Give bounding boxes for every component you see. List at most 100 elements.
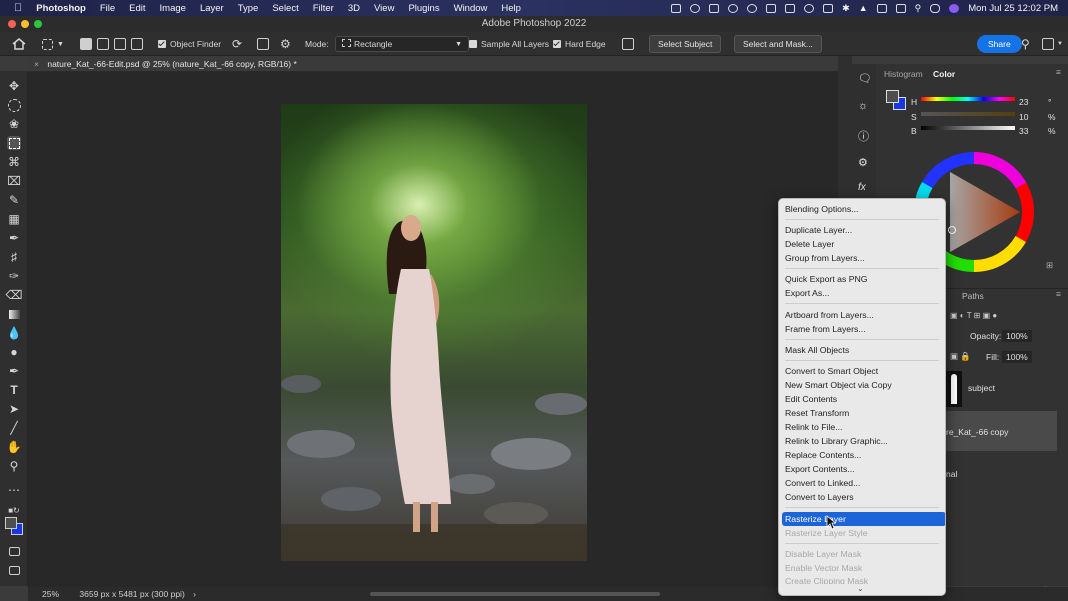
expand-icon[interactable]: ⊞ (1046, 260, 1053, 271)
menu-item-quick-export-png[interactable]: Quick Export as PNG (779, 272, 945, 286)
default-colors-icon[interactable]: ■↻ (7, 503, 21, 517)
object-finder-checkbox[interactable]: Object Finder (158, 32, 221, 56)
settings-gear-icon[interactable]: ⚙ (280, 32, 291, 56)
horizontal-scrollbar[interactable] (370, 592, 660, 596)
menu-item-reset-transform[interactable]: Reset Transform (779, 406, 945, 420)
creative-cloud-icon[interactable] (690, 3, 701, 13)
mode-dropdown[interactable]: Rectangle ▼ (335, 32, 469, 56)
apps-icon[interactable] (823, 3, 834, 13)
marquee-tool-icon[interactable] (7, 98, 21, 112)
foreground-color-swatch[interactable] (5, 517, 17, 529)
lasso-tool-icon[interactable]: ❀ (7, 117, 21, 131)
menu-item-relink-to-file[interactable]: Relink to File... (779, 420, 945, 434)
search-icon[interactable]: ⚲ (915, 3, 922, 14)
history-brush-tool-icon[interactable]: ✑ (7, 269, 21, 283)
frame-tool-icon[interactable]: ⌧ (7, 174, 21, 188)
zoom-level[interactable]: 25% (42, 589, 59, 599)
lock-icon[interactable]: ▣ 🔒 (950, 351, 971, 362)
dodge-tool-icon[interactable]: ● (7, 345, 21, 359)
panel-menu-icon[interactable]: ≡ (1056, 289, 1061, 299)
sync-icon[interactable] (747, 3, 758, 13)
menu-item-frame-from-layers[interactable]: Frame from Layers... (779, 322, 945, 336)
saturation-value[interactable]: 10 (1019, 112, 1028, 122)
pen-tool-icon[interactable]: ✒ (7, 364, 21, 378)
layer-row-original[interactable]: nal (942, 461, 1057, 491)
dropbox-icon[interactable] (709, 3, 720, 13)
minimize-window-button[interactable] (21, 20, 29, 28)
menu-item-convert-to-layers[interactable]: Convert to Layers (779, 490, 945, 504)
more-tools-icon[interactable]: ⋯ (7, 483, 21, 497)
blur-tool-icon[interactable]: 💧 (7, 326, 22, 340)
menu-edit[interactable]: Edit (129, 3, 145, 14)
add-to-selection-icon[interactable] (97, 32, 109, 56)
document-tab[interactable]: × nature_Kat_-66-Edit.psd @ 25% (nature_… (28, 56, 838, 72)
hand-tool-icon[interactable]: ✋ (7, 440, 22, 454)
menu-plugins[interactable]: Plugins (408, 3, 439, 14)
adjustments-icon[interactable]: ☼ (858, 100, 868, 112)
screen-mode-icon[interactable] (7, 563, 21, 577)
menu-item-new-smart-object-via-copy[interactable]: New Smart Object via Copy (779, 378, 945, 392)
clone-stamp-tool-icon[interactable]: ♯ (7, 250, 21, 264)
properties-icon[interactable]: ⚙ (858, 156, 868, 169)
menu-3d[interactable]: 3D (348, 3, 360, 14)
menu-item-delete-layer[interactable]: Delete Layer (779, 237, 945, 251)
bluetooth-icon[interactable]: ✱ (842, 3, 850, 14)
clock[interactable]: Mon Jul 25 12:02 PM (968, 3, 1058, 14)
show-all-objects-icon[interactable] (257, 32, 269, 56)
menu-item-duplicate-layer[interactable]: Duplicate Layer... (779, 223, 945, 237)
sample-all-layers-checkbox[interactable]: Sample All Layers (469, 32, 549, 56)
quick-mask-icon[interactable] (7, 544, 21, 558)
menu-item-export-as[interactable]: Export As... (779, 286, 945, 300)
fx-icon[interactable]: fx (858, 182, 866, 193)
zoom-window-button[interactable] (34, 20, 42, 28)
chevron-right-icon[interactable]: › (193, 589, 196, 599)
hard-edge-checkbox[interactable]: Hard Edge (553, 32, 606, 56)
wifi-icon[interactable]: ▲ (859, 3, 868, 13)
comments-icon[interactable]: 🗨 (858, 72, 872, 85)
tab-color[interactable]: Color (933, 69, 955, 79)
menu-item-relink-to-library-graphic[interactable]: Relink to Library Graphic... (779, 434, 945, 448)
menu-item-export-contents[interactable]: Export Contents... (779, 462, 945, 476)
airplay-icon[interactable] (766, 3, 777, 13)
screen-record-icon[interactable] (671, 3, 682, 13)
close-tab-icon[interactable]: × (34, 59, 39, 69)
layer-row-active[interactable]: re_Kat_-66 copy (942, 411, 1057, 451)
brush-tool-icon[interactable]: ✒ (7, 231, 21, 245)
keyboard-icon[interactable] (895, 3, 906, 13)
scroll-down-chevron-icon[interactable]: ⌄ (857, 584, 864, 593)
timer-icon[interactable] (804, 3, 815, 13)
type-tool-icon[interactable]: T (7, 383, 21, 397)
healing-brush-tool-icon[interactable]: ▦ (7, 212, 21, 226)
subtract-from-selection-icon[interactable] (114, 32, 126, 56)
menu-view[interactable]: View (374, 3, 394, 14)
menu-item-blending-options[interactable]: Blending Options... (779, 202, 945, 216)
share-button[interactable]: Share (977, 35, 1022, 53)
menu-item-convert-to-smart-object[interactable]: Convert to Smart Object (779, 364, 945, 378)
menu-item-convert-to-linked[interactable]: Convert to Linked... (779, 476, 945, 490)
menu-item-mask-all-objects[interactable]: Mask All Objects (779, 343, 945, 357)
saturation-slider[interactable] (921, 112, 1015, 116)
menu-type[interactable]: Type (238, 3, 259, 14)
eraser-tool-icon[interactable]: ⌫ (6, 288, 23, 302)
menu-item-group-from-layers[interactable]: Group from Layers... (779, 251, 945, 265)
select-and-mask-button[interactable]: Select and Mask... (734, 35, 822, 53)
layer-filter-icons[interactable]: ▣ ◐ T ⊞ ▣ ● (950, 311, 1036, 321)
menu-item-replace-contents[interactable]: Replace Contents... (779, 448, 945, 462)
menu-file[interactable]: File (100, 3, 115, 14)
info-icon[interactable]: ⓘ (858, 128, 869, 144)
zoom-tool-icon[interactable]: ⚲ (7, 459, 21, 473)
menu-item-artboard-from-layers[interactable]: Artboard from Layers... (779, 308, 945, 322)
bookmark-icon[interactable] (785, 3, 796, 13)
panel-menu-icon[interactable]: ≡ (1056, 67, 1061, 77)
hue-slider[interactable] (921, 97, 1015, 101)
fill-value[interactable]: 100% (1002, 351, 1032, 363)
select-subject-type-icon[interactable] (622, 32, 634, 56)
brightness-value[interactable]: 33 (1019, 126, 1028, 136)
menu-help[interactable]: Help (501, 3, 521, 14)
display-icon[interactable] (876, 3, 887, 13)
document-image[interactable] (281, 104, 587, 561)
new-selection-icon[interactable] (80, 32, 92, 56)
apple-menu-icon[interactable]:  (14, 2, 22, 14)
eyedropper-tool-icon[interactable]: ✎ (7, 193, 21, 207)
menu-item-edit-contents[interactable]: Edit Contents (779, 392, 945, 406)
